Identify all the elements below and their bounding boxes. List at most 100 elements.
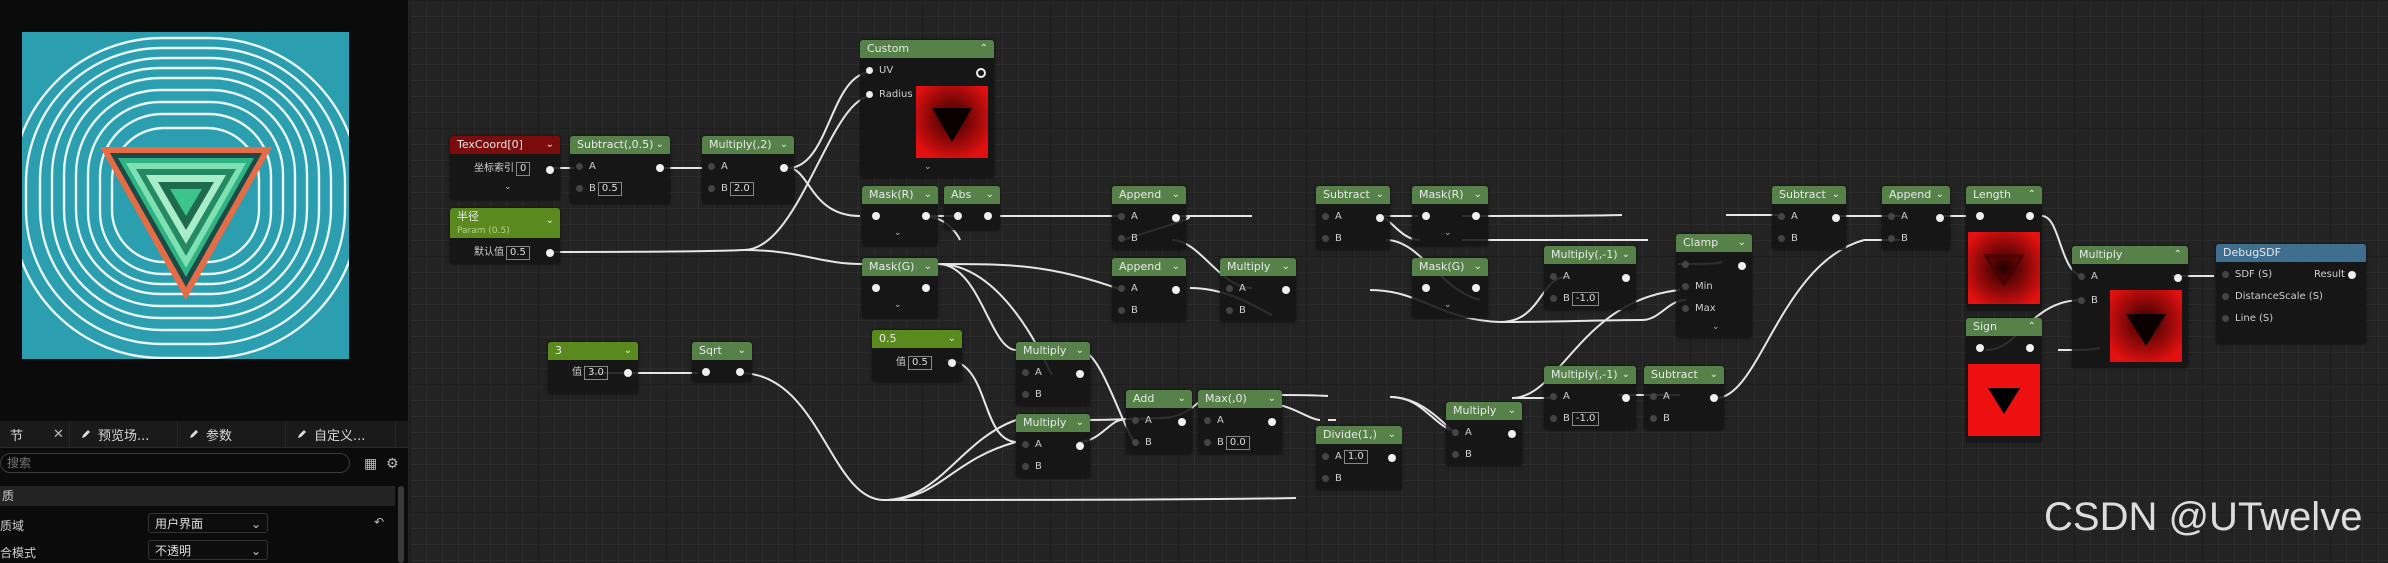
node-multiply-e[interactable]: Multiply ⌃ A B [2072, 246, 2188, 368]
input-pin[interactable] [872, 212, 880, 220]
output-pin[interactable] [1388, 454, 1396, 462]
node-subtract-3[interactable]: Subtract ⌄ A B [1772, 186, 1846, 250]
node-multiply-a[interactable]: Multiply ⌄ A B [1016, 342, 1090, 406]
output-pin[interactable] [1172, 286, 1180, 294]
output-pin[interactable] [1268, 418, 1276, 426]
node-add[interactable]: Add ⌄ A B [1126, 390, 1192, 454]
output-pin[interactable] [1832, 214, 1840, 222]
input-pin[interactable] [1422, 212, 1430, 220]
node-radius-param[interactable]: 半径 Param (0.5) ⌄ 默认值 0.5 [450, 208, 560, 264]
input-pin[interactable]: DistanceScale (S) [2222, 290, 2323, 304]
details-scrollbar[interactable] [398, 486, 404, 563]
output-pin[interactable] [922, 284, 930, 292]
tab-details[interactable]: 节 ✕ [0, 421, 70, 447]
input-pin[interactable] [1976, 212, 1984, 220]
input-pin[interactable] [1976, 344, 1984, 352]
input-pin[interactable]: A [576, 160, 596, 174]
input-pin[interactable]: B [1888, 232, 1908, 246]
input-pin[interactable]: A [708, 160, 728, 174]
input-pin[interactable]: B [2078, 294, 2098, 308]
output-pin[interactable] [656, 164, 664, 172]
input-pin[interactable]: A [1888, 210, 1908, 224]
input-pin[interactable]: B [1322, 232, 1342, 246]
close-icon[interactable]: ✕ [53, 427, 64, 442]
node-texcoord[interactable]: TexCoord[0] ⌄ 坐标索引 0 ⌄ [450, 136, 560, 200]
input-pin[interactable]: A [1550, 390, 1570, 404]
input-pin[interactable]: A [1650, 390, 1670, 404]
node-mask-g-1[interactable]: Mask(G) ⌄ ⌄ [862, 258, 938, 318]
output-pin[interactable] [624, 369, 632, 377]
input-pin[interactable]: A [1452, 426, 1472, 440]
input-pin[interactable]: B 0.5 [576, 182, 622, 196]
input-pin[interactable]: A [1118, 282, 1138, 296]
input-pin[interactable] [1422, 284, 1430, 292]
input-pin[interactable]: UV [866, 64, 893, 78]
input-pin[interactable]: B [1452, 448, 1472, 462]
output-pin[interactable] [1172, 214, 1180, 222]
input-pin[interactable]: A 1.0 [1322, 450, 1368, 464]
output-pin[interactable] [1738, 262, 1746, 270]
output-pin[interactable] [2174, 274, 2182, 282]
input-pin[interactable]: B [1322, 472, 1342, 486]
node-subtract-1[interactable]: Subtract ⌄ A B [1316, 186, 1390, 250]
output-pin[interactable] [2348, 271, 2356, 279]
output-pin[interactable] [2026, 212, 2034, 220]
output-pin[interactable] [1936, 214, 1944, 222]
output-pin[interactable] [1622, 274, 1630, 282]
input-pin[interactable]: B [1118, 304, 1138, 318]
input-pin[interactable]: B [1650, 412, 1670, 426]
input-pin[interactable]: A [1204, 414, 1224, 428]
node-multiply-2[interactable]: Multiply(,2) ⌄ A B 2.0 [702, 136, 794, 204]
output-pin[interactable] [1472, 212, 1480, 220]
node-subtract-05[interactable]: Subtract(,0.5) ⌄ A B 0.5 [570, 136, 670, 204]
input-pin[interactable]: Min [1682, 280, 1713, 294]
input-pin[interactable]: B 0.0 [1204, 436, 1250, 450]
output-pin[interactable] [922, 212, 930, 220]
input-pin[interactable]: B [1022, 388, 1042, 402]
input-pin[interactable]: SDF (S) [2222, 268, 2272, 282]
output-pin[interactable] [546, 249, 554, 257]
node-append-2[interactable]: Append ⌄ A B [1112, 258, 1186, 322]
tab-parameters[interactable]: 参数 [178, 421, 286, 447]
input-pin[interactable]: Line (S) [2222, 312, 2273, 326]
output-pin[interactable] [1076, 442, 1084, 450]
node-multiply-d[interactable]: Multiply ⌄ A B [1446, 402, 1522, 466]
node-mask-r-1[interactable]: Mask(R) ⌄ ⌄ [862, 186, 938, 246]
input-pin[interactable]: B [1022, 460, 1042, 474]
node-max-0[interactable]: Max(,0) ⌄ A B 0.0 [1198, 390, 1282, 454]
input-pin[interactable] [1682, 258, 1695, 272]
input-pin[interactable]: A [1550, 270, 1570, 284]
input-pin[interactable]: B [1226, 304, 1246, 318]
input-pin[interactable]: A [1022, 366, 1042, 380]
node-debug-sdf[interactable]: DebugSDF SDF (S) DistanceScale (S) Line … [2216, 244, 2366, 344]
input-pin[interactable]: B [1132, 436, 1152, 450]
output-pin[interactable] [1076, 370, 1084, 378]
reset-arrow-icon[interactable]: ↶ [374, 515, 384, 529]
output-pin[interactable] [984, 212, 992, 220]
node-sqrt[interactable]: Sqrt ⌄ [692, 342, 752, 382]
node-multiply-c[interactable]: Multiply ⌄ A B [1220, 258, 1296, 322]
output-pin[interactable] [1472, 284, 1480, 292]
material-domain-dropdown[interactable]: 用户界面 ⌄ [148, 513, 268, 533]
input-pin[interactable]: B -1.0 [1550, 412, 1600, 426]
input-pin[interactable]: B [1118, 232, 1138, 246]
details-search-input[interactable] [0, 453, 350, 473]
output-pin[interactable] [1376, 214, 1384, 222]
node-mask-r-2[interactable]: Mask(R) ⌄ ⌄ [1412, 186, 1488, 246]
input-pin[interactable]: A [1226, 282, 1246, 296]
node-mask-g-2[interactable]: Mask(G) ⌄ ⌄ [1412, 258, 1488, 318]
output-pin[interactable] [780, 164, 788, 172]
output-pin[interactable] [2026, 344, 2034, 352]
output-pin[interactable] [1508, 430, 1516, 438]
node-append-1[interactable]: Append ⌄ A B [1112, 186, 1186, 250]
output-pin[interactable] [1282, 286, 1290, 294]
input-pin[interactable]: Radius [866, 88, 913, 102]
input-pin[interactable]: A [2078, 270, 2098, 284]
input-pin[interactable]: A [1322, 210, 1342, 224]
node-const-05[interactable]: 0.5 ⌄ 值 0.5 [872, 330, 962, 382]
input-pin[interactable]: A [1022, 438, 1042, 452]
node-length[interactable]: Length ⌃ [1966, 186, 2042, 310]
node-divide-1[interactable]: Divide(1,) ⌄ A 1.0 B [1316, 426, 1402, 490]
input-pin[interactable]: A [1778, 210, 1798, 224]
material-preview-viewport[interactable] [10, 32, 361, 360]
